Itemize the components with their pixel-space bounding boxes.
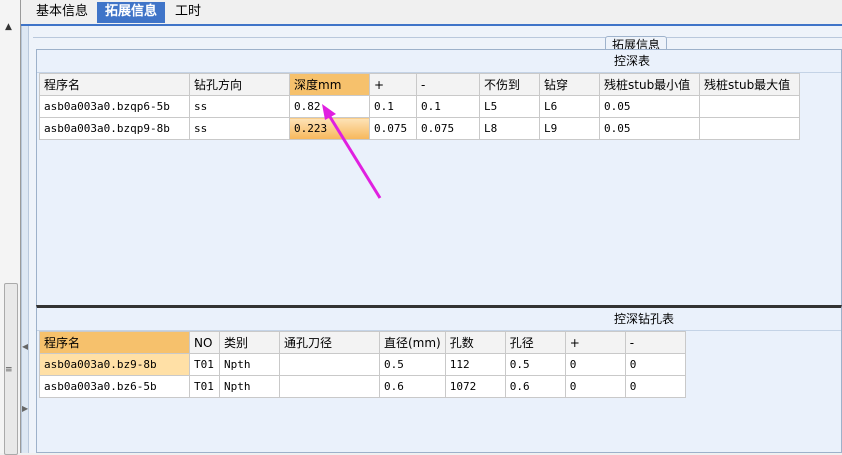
col-header-no[interactable]: NO bbox=[189, 331, 220, 354]
left-scrollbar[interactable]: ▲ ≡ bbox=[0, 0, 21, 455]
cell-diameter[interactable]: 0.5 bbox=[379, 353, 446, 376]
cell-category[interactable]: Npth bbox=[219, 375, 280, 398]
cell-hole-count[interactable]: 1072 bbox=[444, 375, 506, 398]
cell-plus[interactable]: 0.1 bbox=[369, 95, 417, 118]
col-header-minus[interactable]: - bbox=[624, 331, 686, 354]
cell-minus[interactable]: 0 bbox=[624, 375, 686, 398]
cell-stub-max[interactable] bbox=[699, 117, 800, 140]
table-header-row: 程序名 钻孔方向 深度mm + - 不伤到 钻穿 残桩stub最小值 残桩stu… bbox=[39, 73, 800, 96]
col-header-stub-min[interactable]: 残桩stub最小值 bbox=[599, 73, 700, 96]
tab-basic-info[interactable]: 基本信息 bbox=[28, 2, 96, 23]
col-header-plus[interactable]: + bbox=[564, 331, 626, 354]
cell-no-damage[interactable]: L8 bbox=[479, 117, 540, 140]
col-header-hole-count[interactable]: 孔数 bbox=[444, 331, 506, 354]
cell-program-selected[interactable]: asb0a003a0.bz9-8b bbox=[39, 353, 190, 376]
cell-stub-min[interactable]: 0.05 bbox=[599, 117, 700, 140]
cell-minus[interactable]: 0.075 bbox=[416, 117, 480, 140]
col-header-through-tool[interactable]: 通孔刀径 bbox=[279, 331, 380, 354]
col-header-hole-size[interactable]: 孔径 bbox=[504, 331, 566, 354]
cell-diameter[interactable]: 0.6 bbox=[379, 375, 446, 398]
col-header-category[interactable]: 类别 bbox=[219, 331, 280, 354]
cell-program[interactable]: asb0a003a0.bzqp6-5b bbox=[39, 95, 190, 118]
tab-work-hours[interactable]: 工时 bbox=[167, 2, 209, 23]
cell-no-damage[interactable]: L5 bbox=[479, 95, 540, 118]
col-header-no-damage[interactable]: 不伤到 bbox=[479, 73, 540, 96]
drill-table-title: 控深钻孔表 bbox=[37, 308, 841, 331]
cell-direction[interactable]: ss bbox=[189, 117, 290, 140]
grip-icon: ≡ bbox=[5, 365, 13, 375]
col-header-program[interactable]: 程序名 bbox=[39, 73, 190, 96]
cell-depth[interactable]: 0.82 bbox=[289, 95, 370, 118]
col-header-depth[interactable]: 深度mm bbox=[289, 73, 370, 96]
group-box: 拓展信息 bbox=[33, 36, 842, 55]
cell-minus[interactable]: 0 bbox=[624, 353, 686, 376]
col-header-plus[interactable]: + bbox=[369, 73, 417, 96]
col-header-stub-max[interactable]: 残桩stub最大值 bbox=[699, 73, 800, 96]
cell-drill-through[interactable]: L9 bbox=[539, 117, 600, 140]
depth-control-table: 程序名 钻孔方向 深度mm + - 不伤到 钻穿 残桩stub最小值 残桩stu… bbox=[39, 73, 800, 140]
cell-no[interactable]: T01 bbox=[189, 353, 220, 376]
cell-no[interactable]: T01 bbox=[189, 375, 220, 398]
cell-minus[interactable]: 0.1 bbox=[416, 95, 480, 118]
table-row[interactable]: asb0a003a0.bzqp9-8b ss 0.223 0.075 0.075… bbox=[39, 117, 800, 140]
tab-extended-info[interactable]: 拓展信息 bbox=[97, 2, 166, 23]
cell-stub-max[interactable] bbox=[699, 95, 800, 118]
cell-depth-selected[interactable]: 0.223 bbox=[289, 117, 370, 140]
table-row[interactable]: asb0a003a0.bz9-8b T01 Npth 0.5 112 0.5 0… bbox=[39, 353, 686, 376]
cell-category[interactable]: Npth bbox=[219, 353, 280, 376]
cell-plus[interactable]: 0 bbox=[564, 375, 626, 398]
depth-table-title: 控深表 bbox=[37, 50, 841, 73]
col-header-direction[interactable]: 钻孔方向 bbox=[189, 73, 290, 96]
cell-drill-through[interactable]: L6 bbox=[539, 95, 600, 118]
cell-through-tool[interactable] bbox=[279, 353, 380, 376]
table-row[interactable]: asb0a003a0.bzqp6-5b ss 0.82 0.1 0.1 L5 L… bbox=[39, 95, 800, 118]
extended-info-content: 拓展信息 控深表 程序名 钻孔方向 深度mm + - 不伤到 钻穿 残桩stub… bbox=[28, 26, 842, 453]
scroll-up-icon[interactable]: ▲ bbox=[5, 22, 12, 32]
cell-plus[interactable]: 0.075 bbox=[369, 117, 417, 140]
cell-hole-size[interactable]: 0.6 bbox=[504, 375, 566, 398]
col-header-diameter[interactable]: 直径(mm) bbox=[379, 331, 446, 354]
cell-stub-min[interactable]: 0.05 bbox=[599, 95, 700, 118]
tab-strip: 基本信息 拓展信息 工时 bbox=[21, 0, 842, 26]
cell-direction[interactable]: ss bbox=[189, 95, 290, 118]
cell-program[interactable]: asb0a003a0.bz6-5b bbox=[39, 375, 190, 398]
depth-drill-table: 程序名 NO 类别 通孔刀径 直径(mm) 孔数 孔径 + - asb0a003… bbox=[39, 331, 686, 398]
depth-drill-panel: 控深钻孔表 程序名 NO 类别 通孔刀径 直径(mm) 孔数 孔径 + - as… bbox=[36, 305, 842, 453]
table-row[interactable]: asb0a003a0.bz6-5b T01 Npth 0.6 1072 0.6 … bbox=[39, 375, 686, 398]
col-header-minus[interactable]: - bbox=[416, 73, 480, 96]
col-header-drill-through[interactable]: 钻穿 bbox=[539, 73, 600, 96]
col-header-program[interactable]: 程序名 bbox=[39, 331, 190, 354]
splitter[interactable]: ◀ ▶ bbox=[21, 24, 28, 453]
cell-program[interactable]: asb0a003a0.bzqp9-8b bbox=[39, 117, 190, 140]
cell-through-tool[interactable] bbox=[279, 375, 380, 398]
depth-control-panel: 控深表 程序名 钻孔方向 深度mm + - 不伤到 钻穿 残桩stub最小值 残… bbox=[36, 49, 842, 329]
cell-hole-size[interactable]: 0.5 bbox=[504, 353, 566, 376]
cell-plus[interactable]: 0 bbox=[564, 353, 626, 376]
table-header-row: 程序名 NO 类别 通孔刀径 直径(mm) 孔数 孔径 + - bbox=[39, 331, 686, 354]
cell-hole-count[interactable]: 112 bbox=[444, 353, 506, 376]
